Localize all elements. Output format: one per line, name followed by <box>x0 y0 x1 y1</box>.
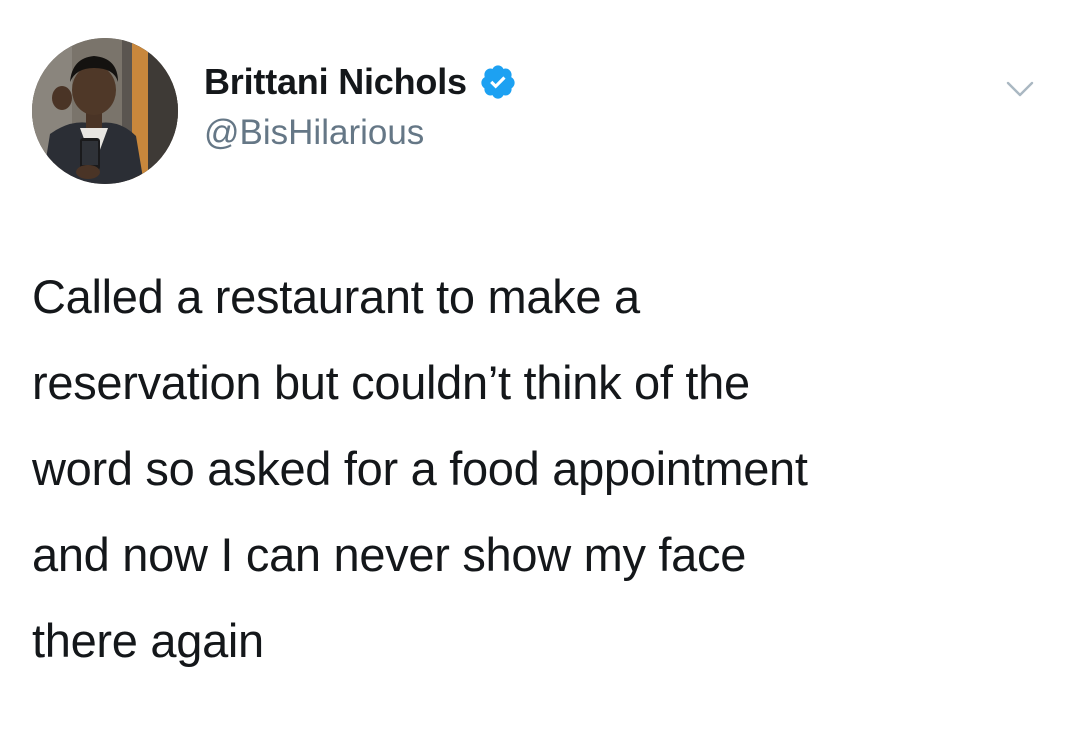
author-name-row[interactable]: Brittani Nichols <box>204 60 517 104</box>
tweet-text: Called a restaurant to make a reservatio… <box>32 254 1062 684</box>
tweet-text-line: word so asked for a food appointment <box>32 442 808 495</box>
tweet-text-line: and now I can never show my face <box>32 528 747 581</box>
author-avatar[interactable] <box>32 38 178 184</box>
avatar-photo <box>32 38 178 184</box>
verified-badge-icon <box>479 63 517 101</box>
tweet-text-line: Called a restaurant to make a <box>32 270 640 323</box>
tweet-text-line: reservation but couldn’t think of the <box>32 356 750 409</box>
author-display-name[interactable]: Brittani Nichols <box>204 61 467 103</box>
chevron-down-icon[interactable] <box>1005 78 1035 100</box>
author-handle[interactable]: @BisHilarious <box>204 113 424 153</box>
tweet-text-line: there again <box>32 614 264 667</box>
tweet-card: Brittani Nichols @BisHilarious Called a … <box>0 0 1080 731</box>
